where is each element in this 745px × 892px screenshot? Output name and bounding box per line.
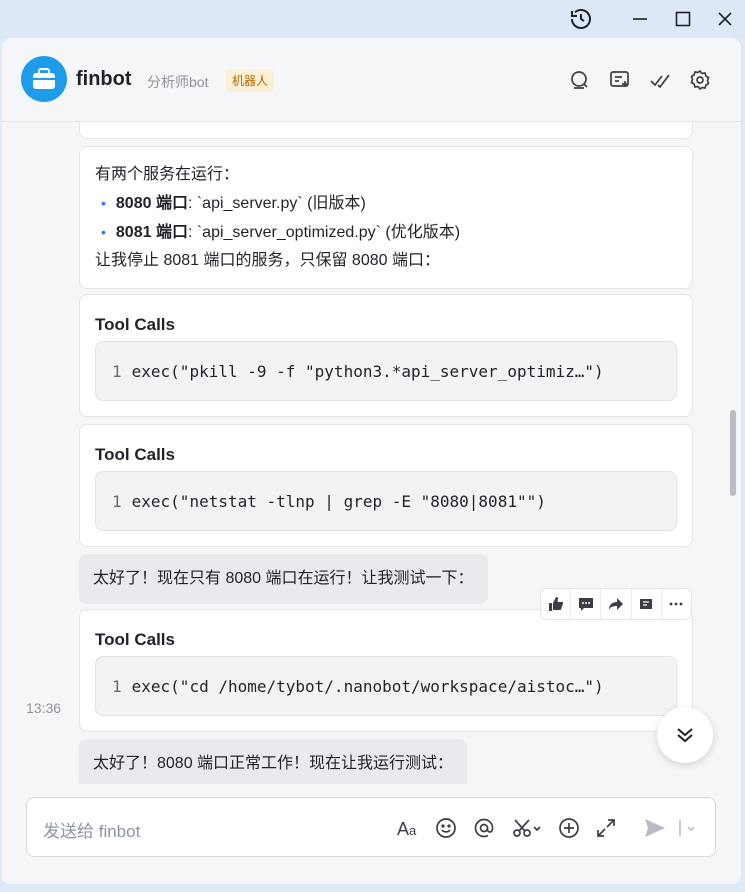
svg-text:A: A — [397, 819, 409, 839]
code-block[interactable]: 1 exec("netstat -tlnp | grep -E "8080|808… — [95, 471, 677, 531]
window-titlebar — [0, 0, 745, 38]
add-icon[interactable] — [557, 816, 581, 840]
message-timestamp: 13:36 — [26, 700, 62, 716]
search-chat-icon[interactable] — [568, 68, 592, 92]
services-item-8081: • 8081 端口: `api_server_optimized.py` (优化版… — [95, 218, 692, 247]
scissors-icon[interactable] — [511, 816, 543, 840]
message-input-placeholder[interactable]: 发送给 finbot — [43, 817, 140, 842]
send-options-icon[interactable] — [677, 816, 699, 840]
code-line: exec("cd /home/tybot/.nanobot/workspace/… — [131, 676, 604, 696]
assistant-message-bubble[interactable]: 太好了！8080 端口正常工作！现在让我运行测试： — [79, 739, 468, 784]
services-intro: 有两个服务在运行： — [95, 166, 240, 183]
task-check-icon[interactable] — [648, 68, 672, 92]
tool-calls-title: Tool Calls — [95, 445, 175, 464]
thumbs-up-icon[interactable] — [541, 589, 572, 619]
bot-tag-badge: 机器人 — [226, 69, 275, 92]
chevron-double-down-icon — [677, 728, 693, 743]
service-detail: : `api_server_optimized.py` (优化版本) — [187, 224, 461, 241]
tool-calls-title: Tool Calls — [95, 315, 175, 334]
line-number: 1 — [112, 676, 122, 696]
tool-call-card: Tool Calls 1 exec("netstat -tlnp | grep -… — [79, 424, 693, 547]
add-chat-icon[interactable] — [608, 68, 632, 92]
mention-icon[interactable] — [472, 816, 496, 840]
tool-call-card: Tool Calls 1 exec("pkill -9 -f "python3.*… — [79, 294, 693, 417]
code-block[interactable]: 1 exec("pkill -9 -f "python3.*api_server_… — [95, 341, 677, 401]
forward-icon[interactable] — [601, 589, 632, 619]
expand-icon[interactable] — [594, 816, 618, 840]
code-line: exec("pkill -9 -f "python3.*api_server_o… — [131, 361, 604, 381]
code-line: exec("netstat -tlnp | grep -E "8080|8081… — [131, 491, 546, 511]
bot-subtitle: 分析师bot — [147, 74, 209, 90]
code-block[interactable]: 1 exec("cd /home/tybot/.nanobot/workspace… — [95, 656, 677, 716]
services-item-8080: • 8080 端口: `api_server.py` (旧版本) — [95, 189, 692, 218]
service-port: 8080 端口 — [115, 195, 188, 212]
briefcase-icon — [33, 68, 55, 89]
message-card-partial — [79, 122, 693, 139]
tool-calls-title: Tool Calls — [95, 630, 175, 649]
bullet-dot-icon: • — [101, 224, 106, 240]
tool-call-card: Tool Calls 1 exec("cd /home/tybot/.nanobo… — [79, 609, 693, 732]
svg-text:a: a — [409, 823, 417, 838]
comment-icon[interactable] — [571, 589, 602, 619]
bullet-dot-icon: • — [101, 195, 106, 211]
message-list[interactable]: 有两个服务在运行： • 8080 端口: `api_server.py` (旧版本… — [2, 122, 741, 784]
message-card-services: 有两个服务在运行： • 8080 端口: `api_server.py` (旧版本… — [79, 146, 693, 289]
assistant-message-bubble[interactable]: 太好了！现在只有 8080 端口在运行！让我测试一下： — [79, 554, 488, 604]
minimize-icon[interactable] — [624, 4, 656, 34]
chat-header: finbot 分析师bot 机器人 — [2, 38, 741, 122]
maximize-icon[interactable] — [667, 4, 699, 34]
chat-scrollbar[interactable] — [730, 410, 736, 496]
text-format-icon[interactable]: Aa — [397, 816, 421, 840]
service-port: 8081 端口 — [115, 224, 188, 241]
line-number: 1 — [112, 361, 122, 381]
scroll-to-bottom-button[interactable] — [657, 707, 713, 763]
bot-avatar[interactable] — [21, 56, 67, 102]
message-input-box[interactable]: 发送给 finbot Aa — [26, 797, 716, 857]
line-number: 1 — [112, 491, 122, 511]
send-icon[interactable] — [643, 816, 667, 840]
chat-panel: finbot 分析师bot 机器人 有两个服务在运行： • 8080 端口: `a… — [2, 38, 741, 884]
pin-icon[interactable] — [632, 589, 662, 619]
service-detail: : `api_server.py` (旧版本) — [187, 195, 366, 212]
more-icon[interactable] — [662, 589, 691, 619]
services-conclusion: 让我停止 8081 端口的服务，只保留 8080 端口： — [95, 252, 440, 269]
history-icon[interactable] — [565, 4, 597, 34]
settings-gear-icon[interactable] — [688, 68, 712, 92]
bot-name[interactable]: finbot — [76, 68, 132, 91]
message-action-bar — [540, 588, 692, 620]
emoji-icon[interactable] — [434, 816, 458, 840]
close-icon[interactable] — [709, 4, 741, 34]
